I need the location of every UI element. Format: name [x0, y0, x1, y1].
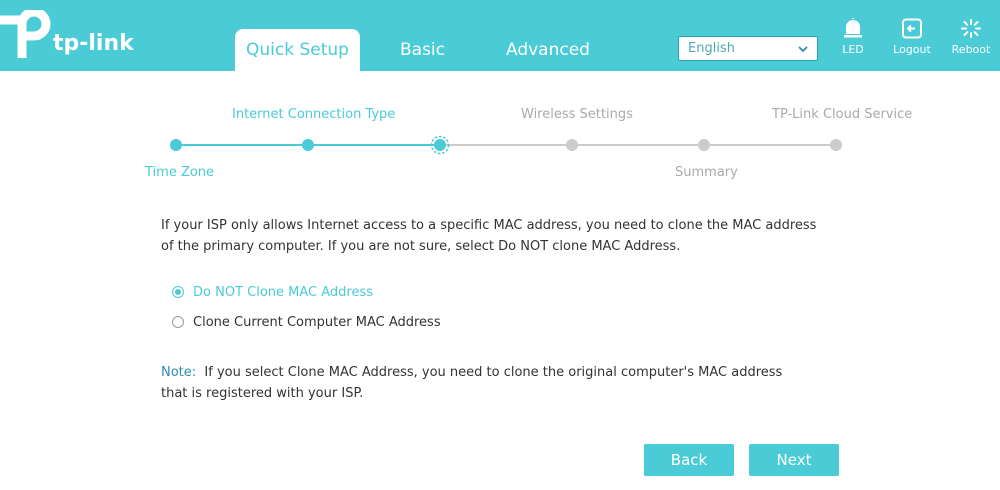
stepper-track-pending: [440, 144, 836, 146]
led-label: LED: [842, 43, 864, 56]
next-button[interactable]: Next: [749, 444, 839, 476]
language-select[interactable]: English: [678, 36, 818, 61]
bulb-icon: [844, 18, 862, 38]
step-label-internet-connection: Internet Connection Type: [232, 107, 396, 122]
radio-button-checked[interactable]: [172, 286, 184, 298]
note-body: If you select Clone MAC Address, you nee…: [161, 365, 783, 401]
reboot-icon: [961, 19, 981, 38]
note-label: Note:: [161, 365, 197, 380]
led-button[interactable]: LED: [828, 18, 878, 62]
logout-icon: [902, 18, 922, 39]
reboot-label: Reboot: [951, 43, 991, 56]
tab-advanced[interactable]: Advanced: [493, 29, 603, 71]
mac-clone-description: If your ISP only allows Internet access …: [161, 218, 817, 254]
brand-name: tp-link: [53, 31, 134, 56]
tp-link-logo[interactable]: tp-link: [0, 7, 140, 60]
logout-label: Logout: [893, 43, 931, 56]
radio-label[interactable]: Do NOT Clone MAC Address: [193, 285, 373, 300]
top-header: tp-link Quick Setup Basic Advanced Engli…: [0, 0, 1000, 71]
back-button[interactable]: Back: [644, 444, 734, 476]
radio-label[interactable]: Clone Current Computer MAC Address: [193, 315, 441, 330]
tab-basic[interactable]: Basic: [380, 29, 465, 71]
step-dot-summary: [698, 139, 710, 151]
step-label-wireless: Wireless Settings: [521, 107, 633, 122]
step-label-summary: Summary: [675, 165, 738, 180]
logout-button[interactable]: Logout: [887, 18, 937, 62]
step-dot-internet-connection: [302, 139, 314, 151]
chevron-down-icon: [798, 46, 808, 53]
language-value: English: [688, 41, 735, 56]
step-label-time-zone: Time Zone: [145, 165, 215, 180]
step-dot-cloud: [830, 139, 842, 151]
step-dot-wireless: [566, 139, 578, 151]
note-text: Note: If you select Clone MAC Address, y…: [161, 362, 801, 404]
tp-link-logo-icon: [0, 7, 51, 58]
reboot-button[interactable]: Reboot: [946, 18, 996, 62]
step-label-cloud: TP-Link Cloud Service: [772, 107, 913, 122]
radio-button-unchecked[interactable]: [172, 316, 184, 328]
tab-quick-setup[interactable]: Quick Setup: [235, 29, 360, 71]
step-dot-time-zone: [170, 139, 182, 151]
step-dot-current: [430, 135, 450, 155]
